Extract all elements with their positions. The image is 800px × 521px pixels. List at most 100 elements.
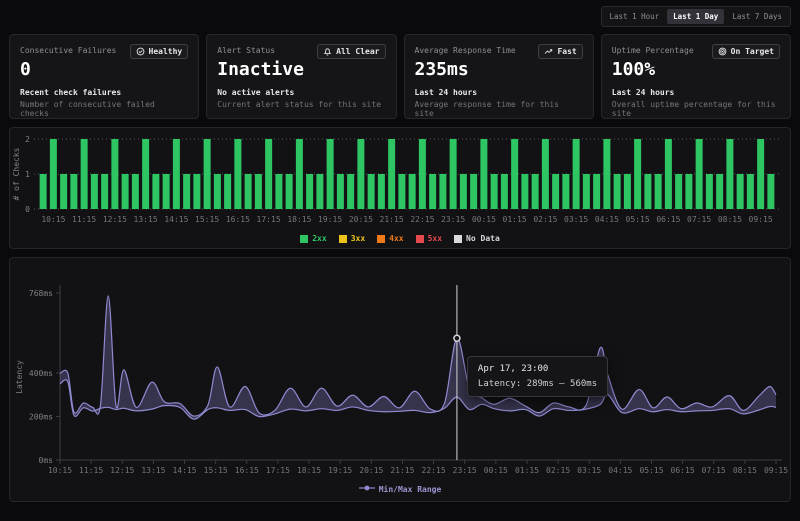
card-head: Consecutive Failures Healthy xyxy=(20,44,188,59)
check-bar[interactable] xyxy=(60,174,67,209)
card-subtitle: Last 24 hours xyxy=(612,88,780,97)
check-bar[interactable] xyxy=(70,174,77,209)
check-bar[interactable] xyxy=(286,174,293,209)
check-bar[interactable] xyxy=(450,139,457,209)
check-bar[interactable] xyxy=(706,174,713,209)
check-bar[interactable] xyxy=(316,174,323,209)
card-title: Uptime Percentage xyxy=(612,44,694,55)
check-bar[interactable] xyxy=(593,174,600,209)
x-tick-label: 13:15 xyxy=(134,215,158,224)
check-bar[interactable] xyxy=(296,139,303,209)
check-bar[interactable] xyxy=(142,139,149,209)
check-bar[interactable] xyxy=(245,174,252,209)
check-bar[interactable] xyxy=(224,174,231,209)
check-bar[interactable] xyxy=(460,174,467,209)
range-button-last-1-day[interactable]: Last 1 Day xyxy=(667,9,724,24)
check-bar[interactable] xyxy=(583,174,590,209)
hover-marker xyxy=(454,335,460,341)
minmax-band xyxy=(60,296,776,419)
check-bar[interactable] xyxy=(696,139,703,209)
check-bar[interactable] xyxy=(357,139,364,209)
check-bar[interactable] xyxy=(378,174,385,209)
y-tick-label: 768ms xyxy=(29,289,53,298)
x-tick-label: 00:15 xyxy=(484,466,508,475)
check-bar[interactable] xyxy=(552,174,559,209)
status-badge: Healthy xyxy=(130,44,189,59)
check-bar[interactable] xyxy=(122,174,129,209)
check-bar[interactable] xyxy=(675,174,682,209)
check-bar[interactable] xyxy=(91,174,98,209)
x-tick-label: 07:15 xyxy=(687,215,711,224)
check-bar[interactable] xyxy=(542,139,549,209)
check-bar[interactable] xyxy=(398,174,405,209)
check-bar[interactable] xyxy=(152,174,159,209)
check-bar[interactable] xyxy=(255,174,262,209)
check-bar[interactable] xyxy=(767,174,774,209)
check-bar[interactable] xyxy=(50,139,57,209)
check-bar[interactable] xyxy=(716,174,723,209)
check-bar[interactable] xyxy=(532,174,539,209)
check-bar[interactable] xyxy=(101,174,108,209)
check-bar[interactable] xyxy=(521,174,528,209)
x-tick-label: 09:15 xyxy=(764,466,788,475)
check-bar[interactable] xyxy=(624,174,631,209)
check-bar[interactable] xyxy=(183,174,190,209)
check-bar[interactable] xyxy=(132,174,139,209)
check-bar[interactable] xyxy=(757,139,764,209)
check-bar[interactable] xyxy=(204,139,211,209)
check-bar[interactable] xyxy=(337,174,344,209)
check-bar[interactable] xyxy=(429,174,436,209)
check-bar[interactable] xyxy=(614,174,621,209)
check-bar[interactable] xyxy=(726,139,733,209)
check-bar[interactable] xyxy=(603,139,610,209)
check-bar[interactable] xyxy=(685,174,692,209)
check-bar[interactable] xyxy=(419,139,426,209)
check-bar[interactable] xyxy=(439,174,446,209)
check-bar[interactable] xyxy=(737,174,744,209)
check-bar[interactable] xyxy=(470,174,477,209)
check-bar[interactable] xyxy=(193,174,200,209)
check-bar[interactable] xyxy=(327,139,334,209)
check-bar[interactable] xyxy=(306,174,313,209)
check-bar[interactable] xyxy=(265,139,272,209)
check-bar[interactable] xyxy=(214,174,221,209)
check-bar[interactable] xyxy=(501,174,508,209)
check-bar[interactable] xyxy=(480,139,487,209)
badge-label: On Target xyxy=(731,47,774,56)
status-badge: All Clear xyxy=(317,44,385,59)
check-bar[interactable] xyxy=(368,174,375,209)
checks-bar-chart[interactable]: 01210:1511:1512:1513:1514:1515:1516:1517… xyxy=(10,128,790,248)
x-tick-label: 02:15 xyxy=(546,466,570,475)
check-bar[interactable] xyxy=(40,174,47,209)
check-bar[interactable] xyxy=(409,174,416,209)
check-bar[interactable] xyxy=(644,174,651,209)
check-bar[interactable] xyxy=(573,139,580,209)
check-bar[interactable] xyxy=(634,139,641,209)
check-bar[interactable] xyxy=(234,139,241,209)
check-bar[interactable] xyxy=(491,174,498,209)
card-value: 100% xyxy=(612,61,780,79)
bell-icon xyxy=(323,47,332,56)
legend-label: No Data xyxy=(466,234,500,243)
latency-chart[interactable]: 0ms200ms400ms768ms10:1511:1512:1513:1514… xyxy=(10,258,790,501)
check-bar[interactable] xyxy=(747,174,754,209)
check-bar[interactable] xyxy=(173,139,180,209)
x-tick-label: 01:15 xyxy=(515,466,539,475)
check-bar[interactable] xyxy=(163,174,170,209)
y-tick-label: 0 xyxy=(25,205,30,214)
check-bar[interactable] xyxy=(511,139,518,209)
check-bar[interactable] xyxy=(655,174,662,209)
check-bar[interactable] xyxy=(388,139,395,209)
legend-swatch-5xx xyxy=(416,235,424,243)
x-tick-label: 18:15 xyxy=(297,466,321,475)
check-bar[interactable] xyxy=(347,174,354,209)
x-tick-label: 05:15 xyxy=(639,466,663,475)
check-bar[interactable] xyxy=(275,174,282,209)
check-bar[interactable] xyxy=(562,174,569,209)
card-value: 0 xyxy=(20,61,188,79)
range-button-last-1-hour[interactable]: Last 1 Hour xyxy=(604,9,666,24)
check-bar[interactable] xyxy=(665,139,672,209)
check-bar[interactable] xyxy=(111,139,118,209)
range-button-last-7-days[interactable]: Last 7 Days xyxy=(726,9,788,24)
check-bar[interactable] xyxy=(81,139,88,209)
